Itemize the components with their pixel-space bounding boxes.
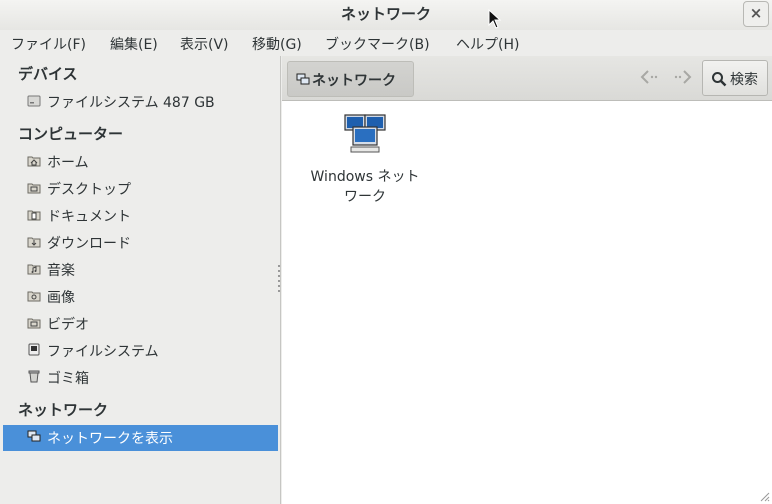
sidebar-item-label: ドキュメント — [47, 209, 131, 225]
menu-go[interactable]: 移動(G) — [252, 34, 302, 54]
mouse-cursor-icon — [488, 9, 502, 29]
menu-edit[interactable]: 編集(E) — [110, 34, 158, 54]
sidebar-item-label: 画像 — [47, 290, 75, 306]
menu-help[interactable]: ヘルプ(H) — [456, 34, 519, 54]
sidebar-heading-network: ネットワーク — [18, 401, 109, 419]
file-item-label-line2: ワーク — [344, 189, 386, 205]
path-bar-button[interactable]: ネットワーク — [287, 61, 414, 97]
sidebar-item-label: ネットワークを表示 — [47, 431, 173, 447]
sidebar-item-desktop[interactable]: デスクトップ — [3, 176, 278, 202]
sidebar-item-label: ファイルシステム — [47, 344, 159, 360]
sidebar-item-browse-network[interactable]: ネットワークを表示 — [3, 425, 278, 451]
sidebar-item-label: ホーム — [47, 155, 89, 171]
close-button[interactable]: × — [743, 1, 769, 27]
sidebar-item-label: ビデオ — [47, 317, 89, 333]
file-item-label: Windows ネット ワーク — [307, 167, 423, 207]
menu-bookmarks[interactable]: ブックマーク(B) — [325, 34, 430, 54]
filesystem-icon — [28, 343, 40, 356]
sidebar-item-music[interactable]: 音楽 — [3, 257, 278, 283]
search-button[interactable]: 検索 — [702, 60, 768, 96]
documents-folder-icon — [27, 210, 41, 221]
forward-arrow-icon[interactable] — [670, 67, 696, 87]
sidebar-item-label: 音楽 — [47, 263, 75, 279]
sidebar-item-label: ダウンロード — [47, 236, 131, 252]
music-folder-icon — [27, 264, 41, 275]
back-arrow-icon[interactable] — [637, 67, 663, 87]
close-icon: × — [749, 4, 763, 22]
sidebar-item-label: デスクトップ — [47, 182, 131, 198]
file-item-windows-network[interactable]: Windows ネット ワーク — [307, 111, 423, 207]
sidebar-item-home[interactable]: ホーム — [3, 149, 278, 175]
desktop-folder-icon — [27, 183, 41, 194]
downloads-folder-icon — [27, 237, 41, 248]
videos-folder-icon — [27, 318, 41, 329]
sidebar-item-label: ファイルシステム 487 GB — [47, 95, 215, 111]
menu-view[interactable]: 表示(V) — [180, 34, 229, 54]
sidebar: デバイス ファイルシステム 487 GB コンピューター ホーム デスクトップ … — [0, 56, 281, 504]
trash-icon — [28, 370, 40, 383]
search-label: 検索 — [730, 72, 758, 88]
sidebar-item-trash[interactable]: ゴミ箱 — [3, 365, 278, 391]
title-bar: ネットワーク × — [0, 0, 772, 30]
drive-icon — [27, 95, 41, 107]
menu-file[interactable]: ファイル(F) — [11, 34, 86, 54]
path-bar-label: ネットワーク — [312, 73, 396, 89]
sidebar-heading-devices: デバイス — [18, 65, 78, 83]
sidebar-item-filesystem[interactable]: ファイルシステム — [3, 338, 278, 364]
home-folder-icon — [27, 156, 41, 167]
sidebar-item-filesystem-drive[interactable]: ファイルシステム 487 GB — [3, 89, 278, 115]
menu-bar: ファイル(F) 編集(E) 表示(V) 移動(G) ブックマーク(B) ヘルプ(… — [0, 30, 772, 56]
window-resize-grip-icon[interactable] — [758, 490, 770, 502]
sidebar-item-documents[interactable]: ドキュメント — [3, 203, 278, 229]
toolbar: ネットワーク 検索 — [282, 56, 772, 101]
sidebar-item-videos[interactable]: ビデオ — [3, 311, 278, 337]
file-item-label-line1: Windows ネット — [310, 169, 420, 185]
pane-resize-handle[interactable] — [278, 265, 281, 293]
search-icon — [712, 72, 727, 87]
pictures-folder-icon — [27, 291, 41, 302]
sidebar-item-label: ゴミ箱 — [47, 371, 89, 387]
windows-network-icon — [344, 114, 386, 153]
window-title: ネットワーク — [340, 5, 431, 23]
network-icon — [296, 73, 310, 85]
sidebar-item-pictures[interactable]: 画像 — [3, 284, 278, 310]
sidebar-item-downloads[interactable]: ダウンロード — [3, 230, 278, 256]
file-view: Windows ネット ワーク — [282, 101, 772, 504]
sidebar-heading-computer: コンピューター — [18, 125, 124, 143]
network-icon — [27, 430, 41, 442]
